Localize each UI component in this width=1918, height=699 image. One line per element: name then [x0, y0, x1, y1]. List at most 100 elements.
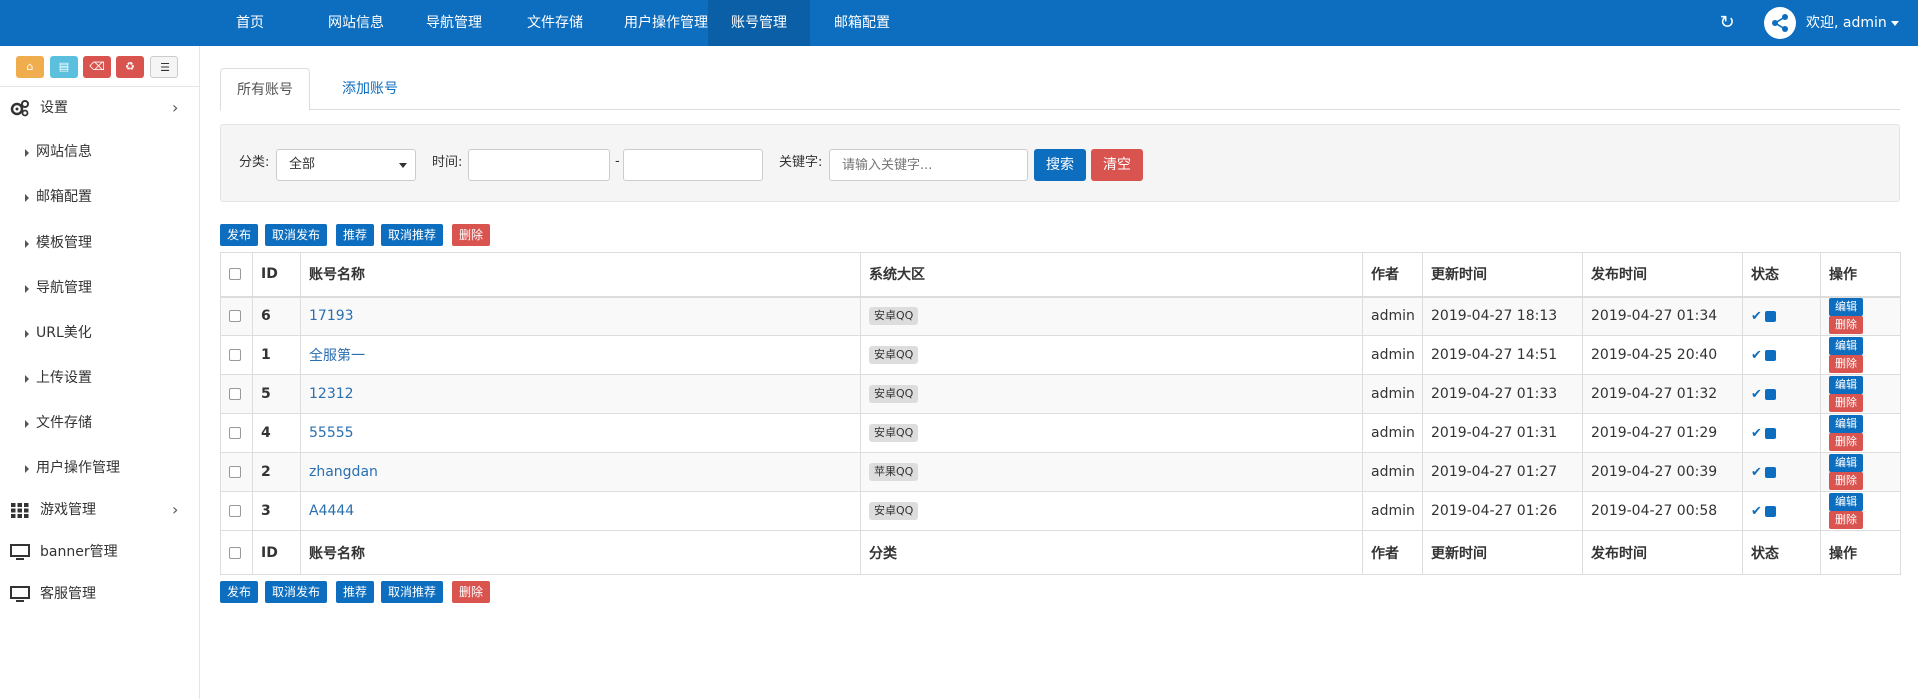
- chevron-right-icon: ›: [172, 500, 179, 519]
- check-icon[interactable]: ✔: [1751, 387, 1762, 402]
- caret-right-icon: [25, 285, 29, 293]
- bulk-delete-button[interactable]: 删除: [452, 224, 491, 246]
- check-icon[interactable]: ✔: [1751, 309, 1762, 324]
- row-checkbox[interactable]: [229, 388, 241, 400]
- sidebar-item-mail-config[interactable]: 邮箱配置: [0, 175, 200, 220]
- check-icon[interactable]: ✔: [1751, 426, 1762, 441]
- column-header-updated[interactable]: 更新时间: [1422, 252, 1583, 298]
- user-menu[interactable]: 欢迎, admin: [1806, 0, 1899, 46]
- edit-button[interactable]: 编辑: [1829, 415, 1863, 433]
- delete-button[interactable]: 删除: [1829, 472, 1863, 490]
- tab-all-accounts[interactable]: 所有账号: [220, 68, 310, 111]
- nav-mail-config[interactable]: 邮箱配置: [822, 0, 902, 46]
- recommend-button[interactable]: 推荐: [336, 581, 375, 603]
- sidebar-group-games[interactable]: 游戏管理 ›: [0, 490, 200, 530]
- quick-list-button[interactable]: ☰: [150, 56, 178, 78]
- row-checkbox[interactable]: [229, 349, 241, 361]
- column-header-region[interactable]: 系统大区: [860, 252, 1363, 298]
- row-author: admin: [1362, 335, 1423, 375]
- column-header-name[interactable]: 账号名称: [300, 252, 861, 298]
- delete-button[interactable]: 删除: [1829, 316, 1863, 335]
- nav-navigation[interactable]: 导航管理: [414, 0, 494, 46]
- row-id: 3: [252, 491, 301, 531]
- edit-button[interactable]: 编辑: [1829, 454, 1863, 472]
- edit-button[interactable]: 编辑: [1829, 337, 1863, 355]
- quick-file-button[interactable]: ▤: [50, 56, 78, 78]
- nav-user-ops[interactable]: 用户操作管理: [616, 0, 716, 46]
- sidebar-item-url-rewrite[interactable]: URL美化: [0, 311, 200, 356]
- quick-recycle-button[interactable]: ♻: [116, 56, 144, 78]
- unrecommend-button[interactable]: 取消推荐: [381, 224, 444, 246]
- time-start-input[interactable]: [468, 149, 610, 181]
- row-name-link[interactable]: 55555: [309, 425, 354, 441]
- sidebar-group-service[interactable]: 客服管理: [0, 574, 200, 614]
- sidebar-item-file-storage[interactable]: 文件存储: [0, 401, 200, 446]
- sidebar-item-user-ops[interactable]: 用户操作管理: [0, 446, 200, 491]
- row-checkbox[interactable]: [229, 466, 241, 478]
- delete-button[interactable]: 删除: [1829, 433, 1863, 451]
- quick-home-button[interactable]: ⌂: [16, 56, 44, 78]
- sidebar-item-label: URL美化: [36, 325, 92, 341]
- thumbs-up-icon[interactable]: [1764, 388, 1776, 400]
- row-name-link[interactable]: zhangdan: [309, 464, 378, 480]
- row-name-link[interactable]: 17193: [309, 308, 354, 324]
- tab-add-account[interactable]: 添加账号: [326, 68, 414, 111]
- quick-trash-button[interactable]: ⌫: [83, 56, 111, 78]
- column-header-author[interactable]: 作者: [1362, 252, 1423, 298]
- row-name-link[interactable]: A4444: [309, 503, 354, 519]
- bulk-delete-button[interactable]: 删除: [452, 581, 491, 603]
- chevron-down-icon: [1890, 20, 1899, 26]
- nav-home[interactable]: 首页: [218, 0, 282, 46]
- edit-button[interactable]: 编辑: [1829, 298, 1863, 317]
- recommend-button[interactable]: 推荐: [336, 224, 375, 246]
- sidebar-item-navigation[interactable]: 导航管理: [0, 266, 200, 311]
- check-icon[interactable]: ✔: [1751, 348, 1762, 363]
- row-checkbox[interactable]: [229, 427, 241, 439]
- row-checkbox[interactable]: [229, 310, 241, 323]
- sidebar-group-settings[interactable]: 设置 ›: [0, 88, 200, 128]
- column-header-status: 状态: [1742, 252, 1821, 298]
- sidebar-item-upload-settings[interactable]: 上传设置: [0, 356, 200, 401]
- nav-accounts[interactable]: 账号管理: [708, 0, 810, 46]
- select-all-checkbox[interactable]: [229, 268, 241, 281]
- thumbs-up-icon[interactable]: [1764, 349, 1776, 361]
- time-end-input[interactable]: [623, 149, 763, 181]
- column-header-id[interactable]: ID: [252, 252, 301, 298]
- caret-right-icon: [25, 375, 29, 383]
- nav-file-storage[interactable]: 文件存储: [515, 0, 595, 46]
- avatar[interactable]: [1764, 7, 1796, 39]
- publish-button[interactable]: 发布: [220, 224, 259, 246]
- check-icon[interactable]: ✔: [1751, 465, 1762, 480]
- unpublish-button[interactable]: 取消发布: [265, 581, 328, 603]
- thumbs-up-icon[interactable]: [1764, 466, 1776, 478]
- select-all-checkbox[interactable]: [229, 546, 241, 559]
- sidebar-item-templates[interactable]: 模板管理: [0, 221, 200, 266]
- category-select[interactable]: 全部: [276, 149, 416, 181]
- unrecommend-button[interactable]: 取消推荐: [381, 581, 444, 603]
- check-icon[interactable]: ✔: [1751, 504, 1762, 519]
- keyword-input[interactable]: [829, 149, 1028, 181]
- thumbs-up-icon[interactable]: [1764, 427, 1776, 439]
- footer-header-category: 分类: [860, 530, 1363, 575]
- column-header-published[interactable]: 发布时间: [1582, 252, 1743, 298]
- row-id: 2: [252, 452, 301, 492]
- delete-button[interactable]: 删除: [1829, 394, 1863, 412]
- delete-button[interactable]: 删除: [1829, 355, 1863, 373]
- nav-site-info[interactable]: 网站信息: [316, 0, 396, 46]
- row-name-link[interactable]: 全服第一: [309, 348, 365, 364]
- delete-button[interactable]: 删除: [1829, 511, 1863, 529]
- thumbs-up-icon[interactable]: [1764, 310, 1776, 322]
- row-checkbox[interactable]: [229, 505, 241, 517]
- clear-button[interactable]: 清空: [1091, 149, 1143, 181]
- sidebar-item-site-info[interactable]: 网站信息: [0, 130, 200, 175]
- search-button[interactable]: 搜索: [1034, 149, 1086, 181]
- sidebar-group-banner[interactable]: banner管理: [0, 532, 200, 572]
- row-name-link[interactable]: 12312: [309, 386, 354, 402]
- sidebar-group-label: banner管理: [40, 544, 118, 560]
- publish-button[interactable]: 发布: [220, 581, 259, 603]
- unpublish-button[interactable]: 取消发布: [265, 224, 328, 246]
- refresh-icon[interactable]: ↻: [1716, 12, 1738, 34]
- thumbs-up-icon[interactable]: [1764, 505, 1776, 517]
- edit-button[interactable]: 编辑: [1829, 493, 1863, 511]
- edit-button[interactable]: 编辑: [1829, 376, 1863, 394]
